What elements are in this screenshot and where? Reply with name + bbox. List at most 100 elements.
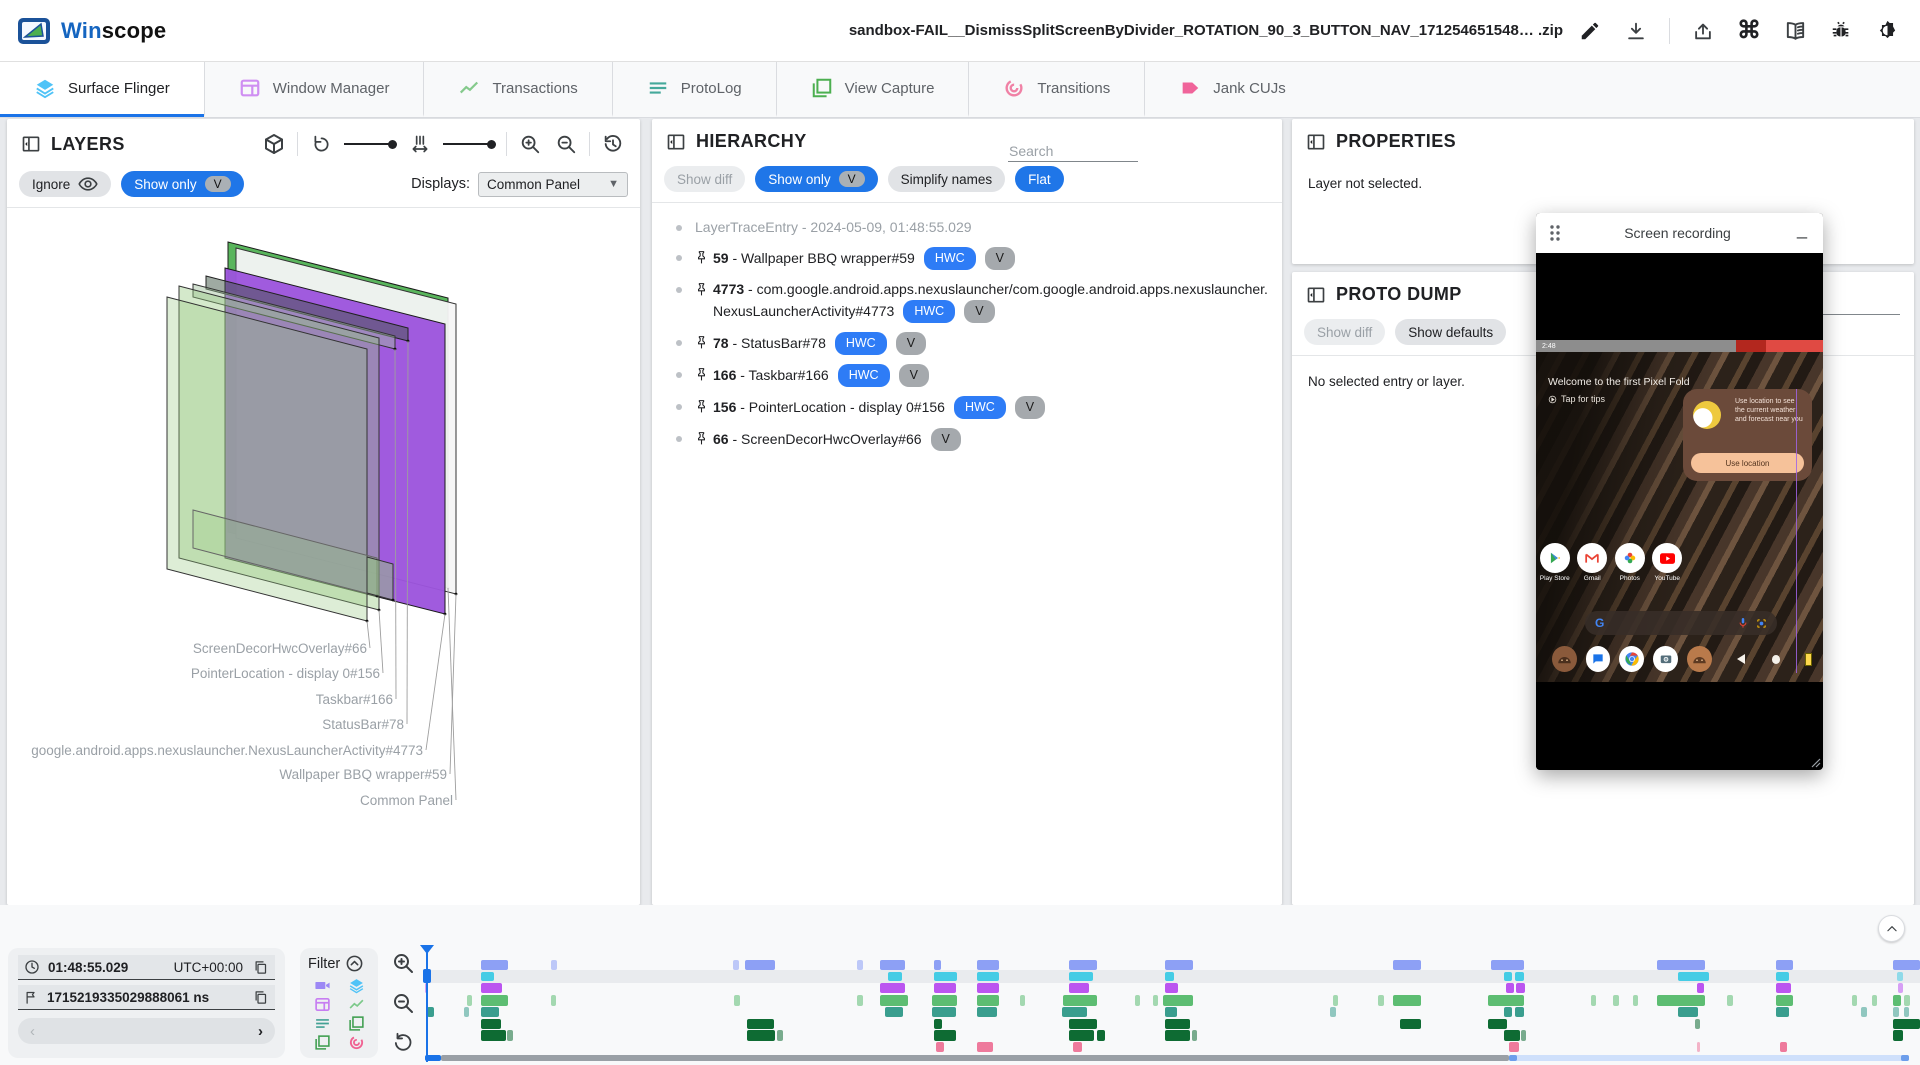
window-manager-trace-block[interactable]	[1898, 983, 1903, 993]
tab-surface-flinger[interactable]: Surface Flinger	[0, 62, 204, 117]
transitions-trace-block[interactable]	[936, 1042, 944, 1052]
layers-filter-icon[interactable]	[348, 977, 365, 994]
copy-icon[interactable]	[251, 958, 269, 976]
timeline-zoom-in-icon[interactable]	[390, 950, 416, 976]
view-capture-2-trace-block[interactable]	[934, 1030, 956, 1041]
transactions-trace-block[interactable]	[467, 995, 472, 1006]
transactions-trace-block[interactable]	[1488, 995, 1524, 1006]
view-capture-1-trace-block[interactable]	[1488, 1019, 1507, 1029]
squares-filter-icon[interactable]	[314, 1034, 331, 1051]
surface-flinger-trace-block[interactable]	[1776, 972, 1789, 981]
transactions-trace-block[interactable]	[1393, 995, 1421, 1006]
android-settings-icon[interactable]	[1687, 646, 1712, 672]
rotation-icon[interactable]	[308, 131, 334, 157]
tab-transactions[interactable]: Transactions	[423, 62, 611, 117]
protolog-trace-block[interactable]	[977, 1007, 997, 1017]
transactions-trace-block[interactable]	[1893, 995, 1901, 1006]
surface-flinger-trace-block[interactable]	[1897, 972, 1903, 981]
protolog-trace-block[interactable]	[1330, 1007, 1336, 1017]
pin-icon[interactable]	[695, 282, 708, 303]
transactions-trace-block[interactable]	[1163, 995, 1193, 1006]
drag-handle-icon[interactable]	[1548, 223, 1562, 243]
transactions-trace-block[interactable]	[1063, 995, 1097, 1006]
transactions-trace-block[interactable]	[1852, 995, 1857, 1006]
surface-flinger-trace-block[interactable]	[888, 972, 902, 981]
google-search-bar[interactable]: G	[1585, 611, 1777, 635]
surface-flinger-trace-block[interactable]	[1678, 972, 1709, 981]
window-manager-trace-block[interactable]	[934, 983, 956, 993]
screen-recording-trace-block[interactable]	[481, 960, 508, 970]
timeline-reset-zoom-icon[interactable]	[390, 1030, 416, 1056]
view-capture-2-trace-block[interactable]	[1165, 1030, 1190, 1041]
timeline-zoom-out-icon[interactable]	[390, 990, 416, 1016]
protolog-trace-block[interactable]	[885, 1007, 903, 1017]
tree-row[interactable]: 59 - Wallpaper BBQ wrapper#59HWCV	[652, 247, 1272, 270]
tree-row[interactable]: 166 - Taskbar#166HWCV	[652, 364, 1272, 387]
chrome-app-icon[interactable]	[1619, 646, 1644, 672]
messages-app-icon[interactable]	[1586, 646, 1611, 672]
window-manager-trace-block[interactable]	[977, 983, 999, 993]
hwc-chip[interactable]: HWC	[903, 300, 955, 323]
screen-recording-trace-block[interactable]	[934, 960, 941, 970]
tree-row[interactable]: 4773 - com.google.android.apps.nexuslaun…	[652, 279, 1272, 323]
transactions-trace-block[interactable]	[1153, 995, 1158, 1006]
app-gmail[interactable]: Gmail	[1575, 543, 1609, 582]
window-manager-trace-block[interactable]	[1165, 983, 1178, 993]
screen-recording-trace-block[interactable]	[1491, 960, 1524, 970]
download-icon[interactable]	[1623, 18, 1649, 44]
simplify-names-chip[interactable]: Simplify names	[888, 166, 1006, 192]
protolog-trace-block[interactable]	[1504, 1007, 1512, 1017]
transitions-trace-block[interactable]	[1780, 1042, 1787, 1052]
bug-icon[interactable]	[1828, 18, 1854, 44]
transactions-trace-block[interactable]	[977, 995, 999, 1006]
surface-flinger-trace-block[interactable]	[977, 972, 999, 981]
chart-filter-icon[interactable]	[348, 996, 365, 1013]
view-capture-2-trace-block[interactable]	[1069, 1030, 1094, 1041]
protolog-trace-block[interactable]	[481, 1007, 499, 1017]
dark-mode-icon[interactable]	[1874, 18, 1900, 44]
surface-flinger-trace-block[interactable]	[1165, 972, 1174, 981]
view-capture-2-trace-block[interactable]	[1893, 1030, 1903, 1041]
reset-view-icon[interactable]	[600, 131, 626, 157]
layer-sheet-taskbar-tab[interactable]	[367, 557, 393, 600]
v-chip[interactable]: V	[896, 332, 926, 355]
window-filter-icon[interactable]	[314, 996, 331, 1013]
screen-recording-trace-block[interactable]	[1657, 960, 1705, 970]
transactions-trace-block[interactable]	[1020, 995, 1025, 1006]
screen-recording-trace-block[interactable]	[745, 960, 775, 970]
spacing-icon[interactable]	[407, 131, 433, 157]
displays-dropdown[interactable]: Common Panel ▼	[478, 172, 628, 197]
surface-flinger-trace-block[interactable]	[1069, 972, 1093, 981]
tree-row[interactable]: 66 - ScreenDecorHwcOverlay#66V	[652, 428, 1272, 451]
view-capture-2-trace-block[interactable]	[481, 1030, 506, 1041]
surface-flinger-trace-block[interactable]	[1515, 972, 1524, 981]
mic-icon[interactable]	[1738, 617, 1748, 629]
view-capture-2-trace-block[interactable]	[1504, 1030, 1520, 1041]
view-capture-1-trace-block[interactable]	[1695, 1019, 1700, 1029]
ignore-chip[interactable]: Ignore	[19, 171, 111, 197]
previous-entry-button[interactable]: ‹	[30, 1023, 35, 1040]
screen-recording-trace-block[interactable]	[1893, 960, 1920, 970]
window-manager-trace-block[interactable]	[481, 983, 502, 993]
protolog-trace-block[interactable]	[1515, 1007, 1524, 1017]
view-capture-1-trace-block[interactable]	[934, 1019, 942, 1029]
tab-view-capture[interactable]: View Capture	[776, 62, 969, 117]
tab-window-manager[interactable]: Window Manager	[204, 62, 424, 117]
view-capture-2-trace-block[interactable]	[1097, 1030, 1105, 1041]
lens-icon[interactable]	[1756, 618, 1767, 629]
collapse-timeline-button[interactable]	[1878, 915, 1905, 942]
v-chip[interactable]: V	[931, 428, 961, 451]
transactions-trace-block[interactable]	[1904, 995, 1910, 1006]
transitions-trace-block[interactable]	[977, 1042, 993, 1052]
window-manager-trace-block[interactable]	[1697, 983, 1704, 993]
view-capture-2-trace-block[interactable]	[507, 1030, 513, 1041]
docs-icon[interactable]	[1782, 18, 1808, 44]
camera-app-icon[interactable]	[1653, 646, 1678, 672]
screen-recording-trace-block[interactable]	[1393, 960, 1421, 970]
screen-recording-trace-block[interactable]	[733, 960, 739, 970]
overview-selected-range[interactable]	[1509, 1055, 1909, 1061]
show-defaults-chip[interactable]: Show defaults	[1395, 319, 1506, 345]
screen-recording-trace-block[interactable]	[977, 960, 999, 970]
hwc-chip[interactable]: HWC	[835, 332, 887, 355]
timeline-overview-slider[interactable]	[425, 1055, 1920, 1061]
